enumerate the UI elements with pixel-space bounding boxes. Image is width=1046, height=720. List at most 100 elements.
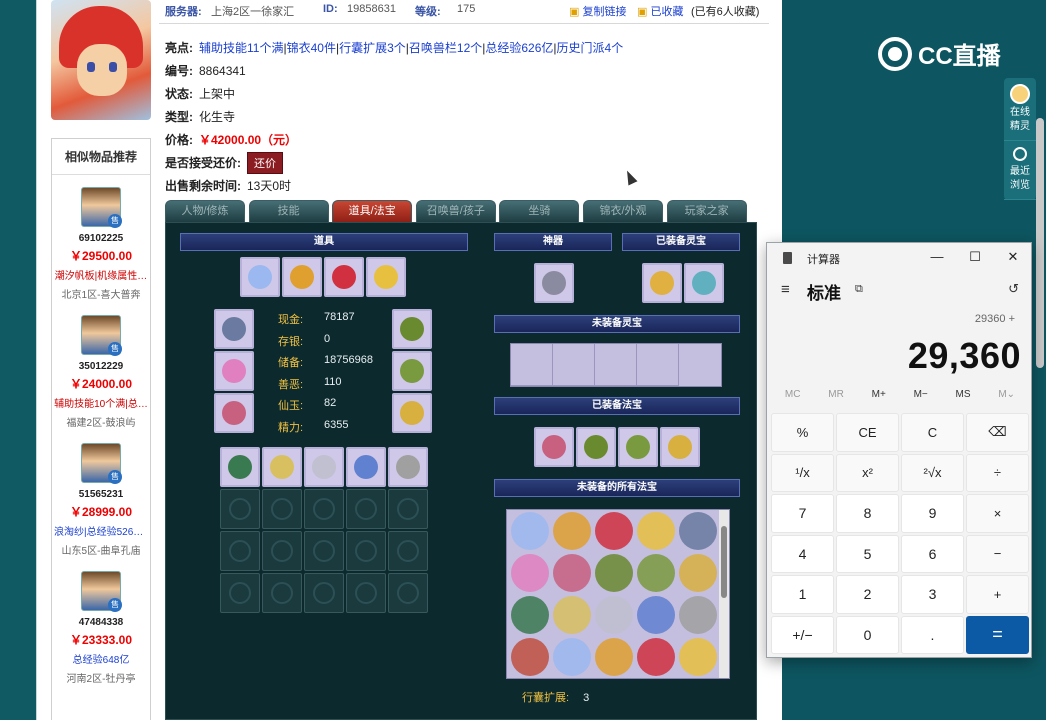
similar-item-highlight[interactable]: 总经验648亿	[52, 651, 150, 666]
calculator-key[interactable]: 5	[836, 534, 899, 573]
memory-button[interactable]: MS	[956, 389, 971, 409]
fabao-item-icon[interactable]	[595, 638, 633, 676]
fabao-item-icon[interactable]	[553, 596, 591, 634]
empty-inventory-slot[interactable]	[304, 531, 344, 571]
equipped-fabao-slot[interactable]	[576, 427, 616, 467]
calculator-key[interactable]: 1	[771, 575, 834, 614]
tab-4[interactable]: 坐骑	[499, 200, 580, 222]
similar-item-highlight[interactable]: 辅助技能10个满|总…	[52, 395, 150, 410]
equipped-spirit-slot[interactable]	[684, 263, 724, 303]
fabao-item-icon[interactable]	[595, 554, 633, 592]
recent-browse-button[interactable]: 最近 浏览	[1004, 141, 1036, 200]
hamburger-menu-icon[interactable]: ≡	[781, 281, 790, 298]
empty-inventory-slot[interactable]	[346, 489, 386, 529]
equipped-item-slot[interactable]	[392, 351, 432, 391]
empty-inventory-slot[interactable]	[220, 573, 260, 613]
calculator-key[interactable]: 7	[771, 494, 834, 533]
fabao-item-icon[interactable]	[595, 512, 633, 550]
calculator-titlebar[interactable]: 计算器 — ☐ ✕	[767, 243, 1031, 273]
calculator-key[interactable]: x²	[836, 453, 899, 492]
calculator-key[interactable]: +/−	[771, 615, 834, 654]
similar-item[interactable]: 售 69102225 ￥29500.00 潮汐帆板|机缘属性… 北京1区-喜大普奔	[52, 175, 150, 303]
equipped-item-slot[interactable]	[392, 309, 432, 349]
memory-button[interactable]: M⌄	[998, 389, 1015, 409]
artifact-slot[interactable]	[534, 263, 574, 303]
similar-item-avatar[interactable]: 售	[81, 571, 122, 612]
memory-button[interactable]: M+	[872, 389, 886, 409]
similar-item-avatar[interactable]: 售	[81, 187, 122, 228]
inventory-item-slot[interactable]	[388, 447, 428, 487]
equipped-spirit-slot[interactable]	[642, 263, 682, 303]
calculator-key[interactable]: CE	[836, 413, 899, 452]
calculator-key[interactable]: =	[966, 615, 1029, 654]
fabao-item-icon[interactable]	[511, 638, 549, 676]
similar-item[interactable]: 售 47484338 ￥23333.00 总经验648亿 河南2区-牡丹亭	[52, 559, 150, 687]
history-icon[interactable]: ↺	[1008, 281, 1019, 297]
empty-inventory-slot[interactable]	[304, 573, 344, 613]
inventory-item-slot[interactable]	[304, 447, 344, 487]
highlight-link[interactable]: 行囊扩展3个	[339, 41, 406, 55]
empty-inventory-slot[interactable]	[220, 489, 260, 529]
equipped-fabao-slot[interactable]	[660, 427, 700, 467]
tab-1[interactable]: 技能	[248, 200, 329, 222]
online-helper-button[interactable]: 在线 精灵	[1004, 78, 1036, 141]
equipped-item-slot[interactable]	[214, 393, 254, 433]
highlight-link[interactable]: 历史门派4个	[557, 41, 624, 55]
favorite-button[interactable]: ▣ 已收藏	[637, 3, 683, 19]
equipped-item-slot[interactable]	[214, 351, 254, 391]
fabao-item-icon[interactable]	[679, 512, 717, 550]
maximize-icon[interactable]: ☐	[965, 249, 985, 265]
empty-inventory-slot[interactable]	[346, 531, 386, 571]
keep-on-top-icon[interactable]: ⧉	[855, 283, 863, 296]
highlight-link[interactable]: 总经验626亿	[485, 41, 553, 55]
tab-5[interactable]: 锦衣/外观	[583, 200, 663, 222]
calculator-key[interactable]: ⌫	[966, 413, 1029, 452]
calculator-key[interactable]: 4	[771, 534, 834, 573]
equipment-slot[interactable]	[366, 257, 406, 297]
calculator-key[interactable]: .	[901, 615, 964, 654]
calculator-key[interactable]: 2	[836, 575, 899, 614]
empty-inventory-slot[interactable]	[388, 489, 428, 529]
empty-inventory-slot[interactable]	[388, 531, 428, 571]
memory-button[interactable]: MC	[785, 389, 801, 409]
empty-inventory-slot[interactable]	[220, 531, 260, 571]
inventory-item-slot[interactable]	[220, 447, 260, 487]
empty-inventory-slot[interactable]	[346, 573, 386, 613]
memory-button[interactable]: MR	[828, 389, 844, 409]
equipped-item-slot[interactable]	[214, 309, 254, 349]
similar-item[interactable]: 售 35012229 ￥24000.00 辅助技能10个满|总… 福建2区-鼓浪屿	[52, 303, 150, 431]
fabao-item-icon[interactable]	[511, 596, 549, 634]
calculator-key[interactable]: ²√x	[901, 453, 964, 492]
fabao-item-icon[interactable]	[511, 554, 549, 592]
fabao-item-icon[interactable]	[553, 512, 591, 550]
fabao-list-scrollbar[interactable]	[719, 510, 729, 678]
calculator-key[interactable]: 0	[836, 615, 899, 654]
equipped-fabao-slot[interactable]	[534, 427, 574, 467]
tab-6[interactable]: 玩家之家	[666, 200, 747, 222]
unequipped-fabao-list[interactable]	[506, 509, 730, 679]
tab-3[interactable]: 召唤兽/孩子	[415, 200, 496, 222]
page-scrollbar[interactable]	[1036, 118, 1044, 368]
equipment-slot[interactable]	[324, 257, 364, 297]
equipment-slot[interactable]	[282, 257, 322, 297]
fabao-item-icon[interactable]	[553, 554, 591, 592]
empty-inventory-slot[interactable]	[262, 489, 302, 529]
fabao-item-icon[interactable]	[679, 638, 717, 676]
tab-2[interactable]: 道具/法宝	[332, 200, 413, 222]
similar-item-highlight[interactable]: 浪淘纱|总经验526亿…	[52, 523, 150, 538]
similar-item-avatar[interactable]: 售	[81, 443, 122, 484]
fabao-item-icon[interactable]	[595, 596, 633, 634]
fabao-item-icon[interactable]	[637, 596, 675, 634]
fabao-item-icon[interactable]	[679, 596, 717, 634]
memory-button[interactable]: M−	[914, 389, 928, 409]
empty-inventory-slot[interactable]	[262, 531, 302, 571]
inventory-item-slot[interactable]	[262, 447, 302, 487]
similar-item-highlight[interactable]: 潮汐帆板|机缘属性…	[52, 267, 150, 282]
calculator-key[interactable]: 9	[901, 494, 964, 533]
calculator-key[interactable]: −	[966, 534, 1029, 573]
tab-0[interactable]: 人物/修炼	[165, 200, 245, 222]
empty-inventory-slot[interactable]	[388, 573, 428, 613]
minimize-icon[interactable]: —	[927, 249, 947, 264]
fabao-item-icon[interactable]	[637, 638, 675, 676]
calculator-key[interactable]: %	[771, 413, 834, 452]
